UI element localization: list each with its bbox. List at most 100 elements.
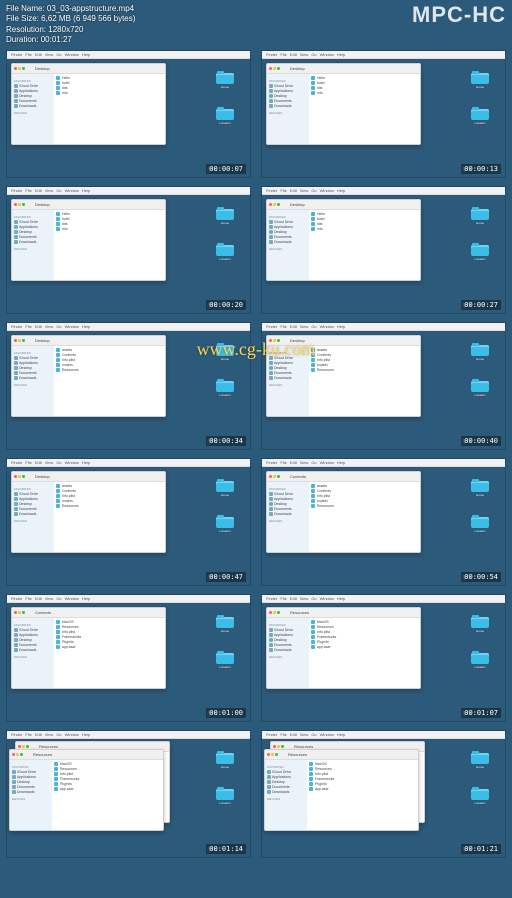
sidebar-item[interactable]: Documents xyxy=(14,371,52,375)
sidebar-item[interactable]: Desktop xyxy=(269,94,307,98)
close-icon[interactable] xyxy=(269,67,272,70)
menu-item[interactable]: Window xyxy=(65,596,79,601)
list-item[interactable]: Hello xyxy=(311,212,418,216)
minimize-icon[interactable] xyxy=(273,475,276,478)
finder-window[interactable]: DesktopFavoritesiCloud DriveApplications… xyxy=(266,63,421,145)
minimize-icon[interactable] xyxy=(273,67,276,70)
minimize-icon[interactable] xyxy=(273,339,276,342)
zoom-icon[interactable] xyxy=(277,339,280,342)
menu-item[interactable]: Edit xyxy=(290,188,297,193)
desktop-folder[interactable]: Home xyxy=(471,753,489,767)
menu-item[interactable]: Help xyxy=(337,732,345,737)
list-item[interactable]: PkgInfo xyxy=(309,782,416,786)
sidebar-item[interactable]: Applications xyxy=(269,497,307,501)
sidebar-item[interactable]: Desktop xyxy=(269,230,307,234)
finder-window[interactable]: DesktopFavoritesiCloud DriveApplications… xyxy=(266,199,421,281)
list-item[interactable]: MacOS xyxy=(54,762,161,766)
list-item[interactable]: assets xyxy=(56,484,163,488)
finder-window[interactable]: DesktopFavoritesiCloud DriveApplications… xyxy=(11,471,166,553)
list-item[interactable]: PkgInfo xyxy=(311,640,418,644)
menu-item[interactable]: Help xyxy=(82,596,90,601)
menu-item[interactable]: File xyxy=(280,188,286,193)
sidebar-item[interactable]: iCloud Drive xyxy=(269,220,307,224)
list-item[interactable]: Info.plist xyxy=(54,772,161,776)
menu-item[interactable]: File xyxy=(280,460,286,465)
list-item[interactable]: app.asar xyxy=(309,787,416,791)
sidebar-item[interactable]: Documents xyxy=(269,507,307,511)
list-item[interactable]: Resources xyxy=(54,767,161,771)
sidebar-item[interactable]: Documents xyxy=(269,643,307,647)
sidebar-item[interactable]: Desktop xyxy=(14,230,52,234)
menu-item[interactable]: Window xyxy=(65,460,79,465)
menu-item[interactable]: Go xyxy=(311,52,316,57)
desktop-folder[interactable]: Location xyxy=(471,245,489,259)
sidebar-item[interactable]: Downloads xyxy=(14,512,52,516)
list-item[interactable]: Info.plist xyxy=(56,358,163,362)
zoom-icon[interactable] xyxy=(277,67,280,70)
menu-item[interactable]: File xyxy=(280,324,286,329)
menu-item[interactable]: Finder xyxy=(11,324,22,329)
list-item[interactable]: assets xyxy=(311,348,418,352)
sidebar-item[interactable]: Documents xyxy=(269,99,307,103)
list-item[interactable]: dist xyxy=(56,86,163,90)
sidebar-item[interactable]: iCloud Drive xyxy=(269,628,307,632)
sidebar-item[interactable]: Desktop xyxy=(267,780,305,784)
menu-item[interactable]: Help xyxy=(82,732,90,737)
menu-item[interactable]: Edit xyxy=(35,596,42,601)
list-item[interactable]: dist xyxy=(311,222,418,226)
menu-item[interactable]: View xyxy=(300,596,309,601)
menu-item[interactable]: View xyxy=(45,188,54,193)
menu-item[interactable]: File xyxy=(280,596,286,601)
menu-item[interactable]: View xyxy=(45,596,54,601)
menu-item[interactable]: Help xyxy=(82,324,90,329)
desktop-folder[interactable]: Location xyxy=(216,653,234,667)
list-item[interactable]: dist xyxy=(311,86,418,90)
desktop-folder[interactable]: Home xyxy=(216,753,234,767)
list-item[interactable]: locales xyxy=(56,499,163,503)
list-item[interactable]: Info.plist xyxy=(311,494,418,498)
zoom-icon[interactable] xyxy=(22,339,25,342)
menu-item[interactable]: Window xyxy=(65,188,79,193)
menu-item[interactable]: Go xyxy=(56,188,61,193)
menu-item[interactable]: View xyxy=(300,324,309,329)
menu-item[interactable]: Finder xyxy=(11,52,22,57)
menu-item[interactable]: Window xyxy=(320,732,334,737)
sidebar-item[interactable]: Documents xyxy=(12,785,50,789)
desktop-folder[interactable]: Home xyxy=(471,73,489,87)
menu-item[interactable]: Window xyxy=(320,460,334,465)
desktop-folder[interactable]: Home xyxy=(471,345,489,359)
sidebar-item[interactable]: iCloud Drive xyxy=(14,84,52,88)
list-item[interactable]: Resources xyxy=(56,504,163,508)
desktop-folder[interactable]: Location xyxy=(216,109,234,123)
desktop-folder[interactable]: Location xyxy=(471,789,489,803)
sidebar-item[interactable]: Documents xyxy=(269,235,307,239)
sidebar-item[interactable]: iCloud Drive xyxy=(267,770,305,774)
menu-item[interactable]: Help xyxy=(82,188,90,193)
menu-item[interactable]: Finder xyxy=(266,324,277,329)
menu-item[interactable]: Edit xyxy=(290,732,297,737)
menu-item[interactable]: View xyxy=(300,188,309,193)
zoom-icon[interactable] xyxy=(22,475,25,478)
menu-item[interactable]: Finder xyxy=(11,188,22,193)
list-item[interactable]: PkgInfo xyxy=(54,782,161,786)
sidebar-item[interactable]: Downloads xyxy=(269,240,307,244)
finder-window[interactable]: DesktopFavoritesiCloud DriveApplications… xyxy=(11,199,166,281)
list-item[interactable]: Hello xyxy=(56,76,163,80)
zoom-icon[interactable] xyxy=(22,67,25,70)
list-item[interactable]: Info.plist xyxy=(56,494,163,498)
list-item[interactable]: locales xyxy=(311,363,418,367)
menu-item[interactable]: View xyxy=(300,52,309,57)
menu-item[interactable]: Go xyxy=(311,324,316,329)
menu-item[interactable]: Help xyxy=(337,52,345,57)
menu-item[interactable]: File xyxy=(25,460,31,465)
desktop-folder[interactable]: Location xyxy=(471,109,489,123)
menu-item[interactable]: File xyxy=(25,188,31,193)
menu-item[interactable]: Go xyxy=(311,596,316,601)
close-icon[interactable] xyxy=(14,611,17,614)
sidebar-item[interactable]: iCloud Drive xyxy=(14,492,52,496)
finder-window[interactable]: DesktopFavoritesiCloud DriveApplications… xyxy=(266,335,421,417)
menu-item[interactable]: Go xyxy=(311,188,316,193)
sidebar-item[interactable]: Desktop xyxy=(14,94,52,98)
menu-item[interactable]: Go xyxy=(56,460,61,465)
sidebar-item[interactable]: Documents xyxy=(14,99,52,103)
